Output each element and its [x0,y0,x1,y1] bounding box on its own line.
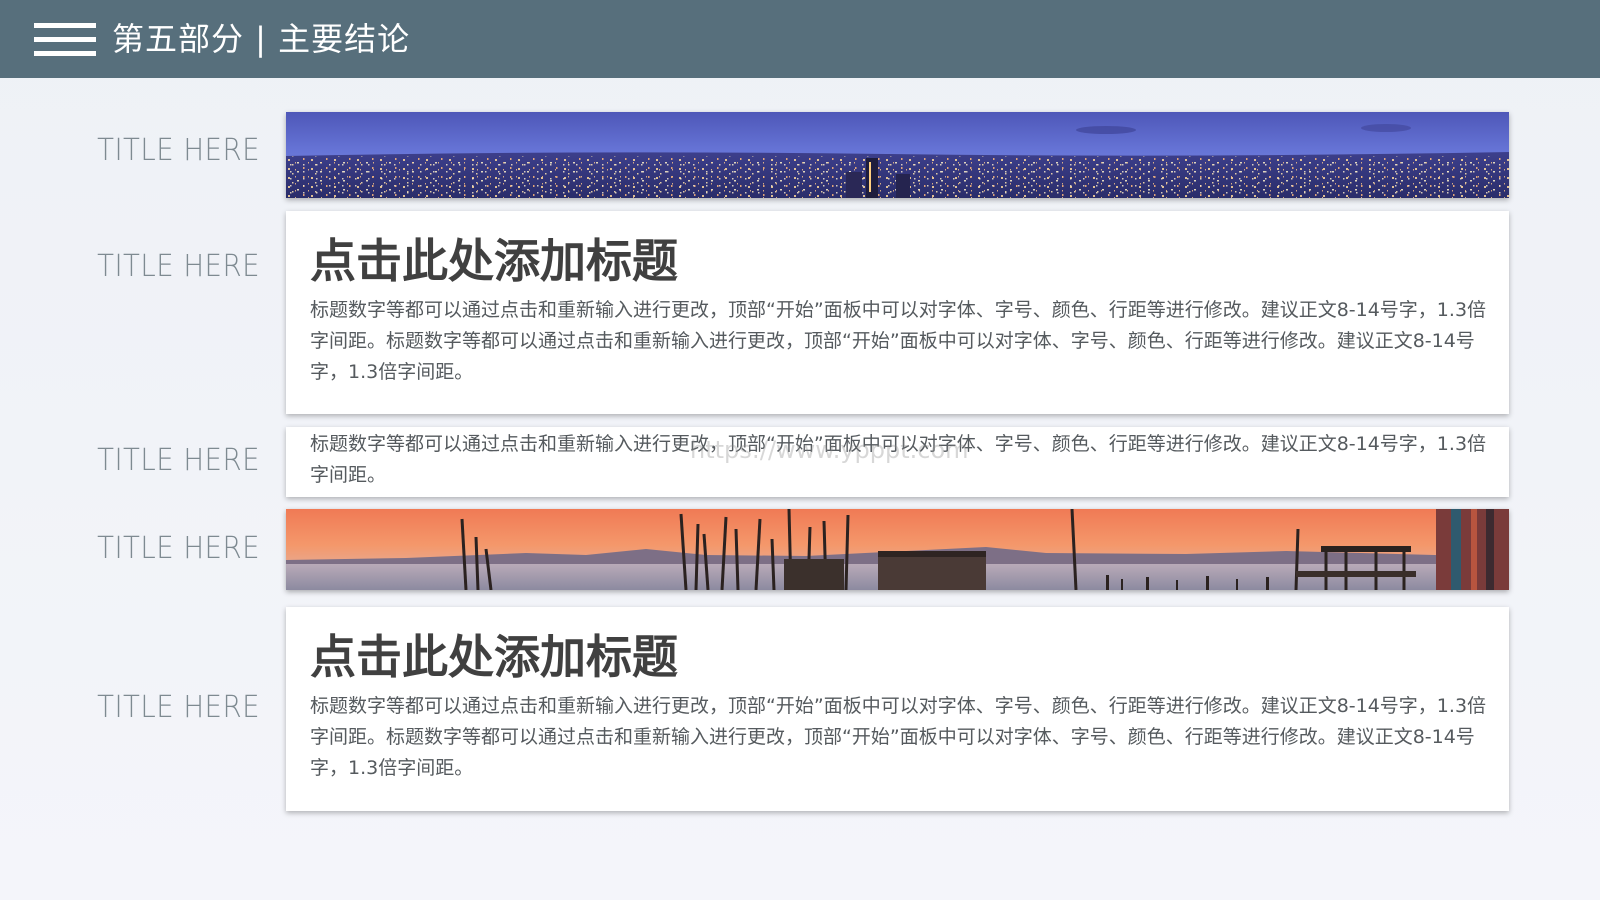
row-label-5: TITLE HERE [97,690,260,725]
watermark: https://www.ypppt.com [690,436,969,464]
hamburger-menu-icon[interactable] [34,23,96,57]
content-card-1: 点击此处添加标题 标题数字等都可以通过点击和重新输入进行更改，顶部“开始”面板中… [286,211,1509,414]
night-city-image [286,112,1509,198]
card-heading[interactable]: 点击此处添加标题 [310,233,678,289]
row-label-4: TITLE HERE [97,531,260,566]
card-heading[interactable]: 点击此处添加标题 [310,629,678,685]
content-card-3: 点击此处添加标题 标题数字等都可以通过点击和重新输入进行更改，顶部“开始”面板中… [286,607,1509,811]
section-title: 第五部分 | 主要结论 [112,20,411,58]
row-label-3: TITLE HERE [97,443,260,478]
card-body-text[interactable]: 标题数字等都可以通过点击和重新输入进行更改，顶部“开始”面板中可以对字体、字号、… [310,295,1487,391]
header-bar: 第五部分 | 主要结论 [0,0,1600,78]
row-label-2: TITLE HERE [97,249,260,284]
card-body-text[interactable]: 标题数字等都可以通过点击和重新输入进行更改，顶部“开始”面板中可以对字体、字号、… [310,691,1487,787]
row-label-1: TITLE HERE [97,133,260,168]
sunset-pier-image [286,509,1509,590]
